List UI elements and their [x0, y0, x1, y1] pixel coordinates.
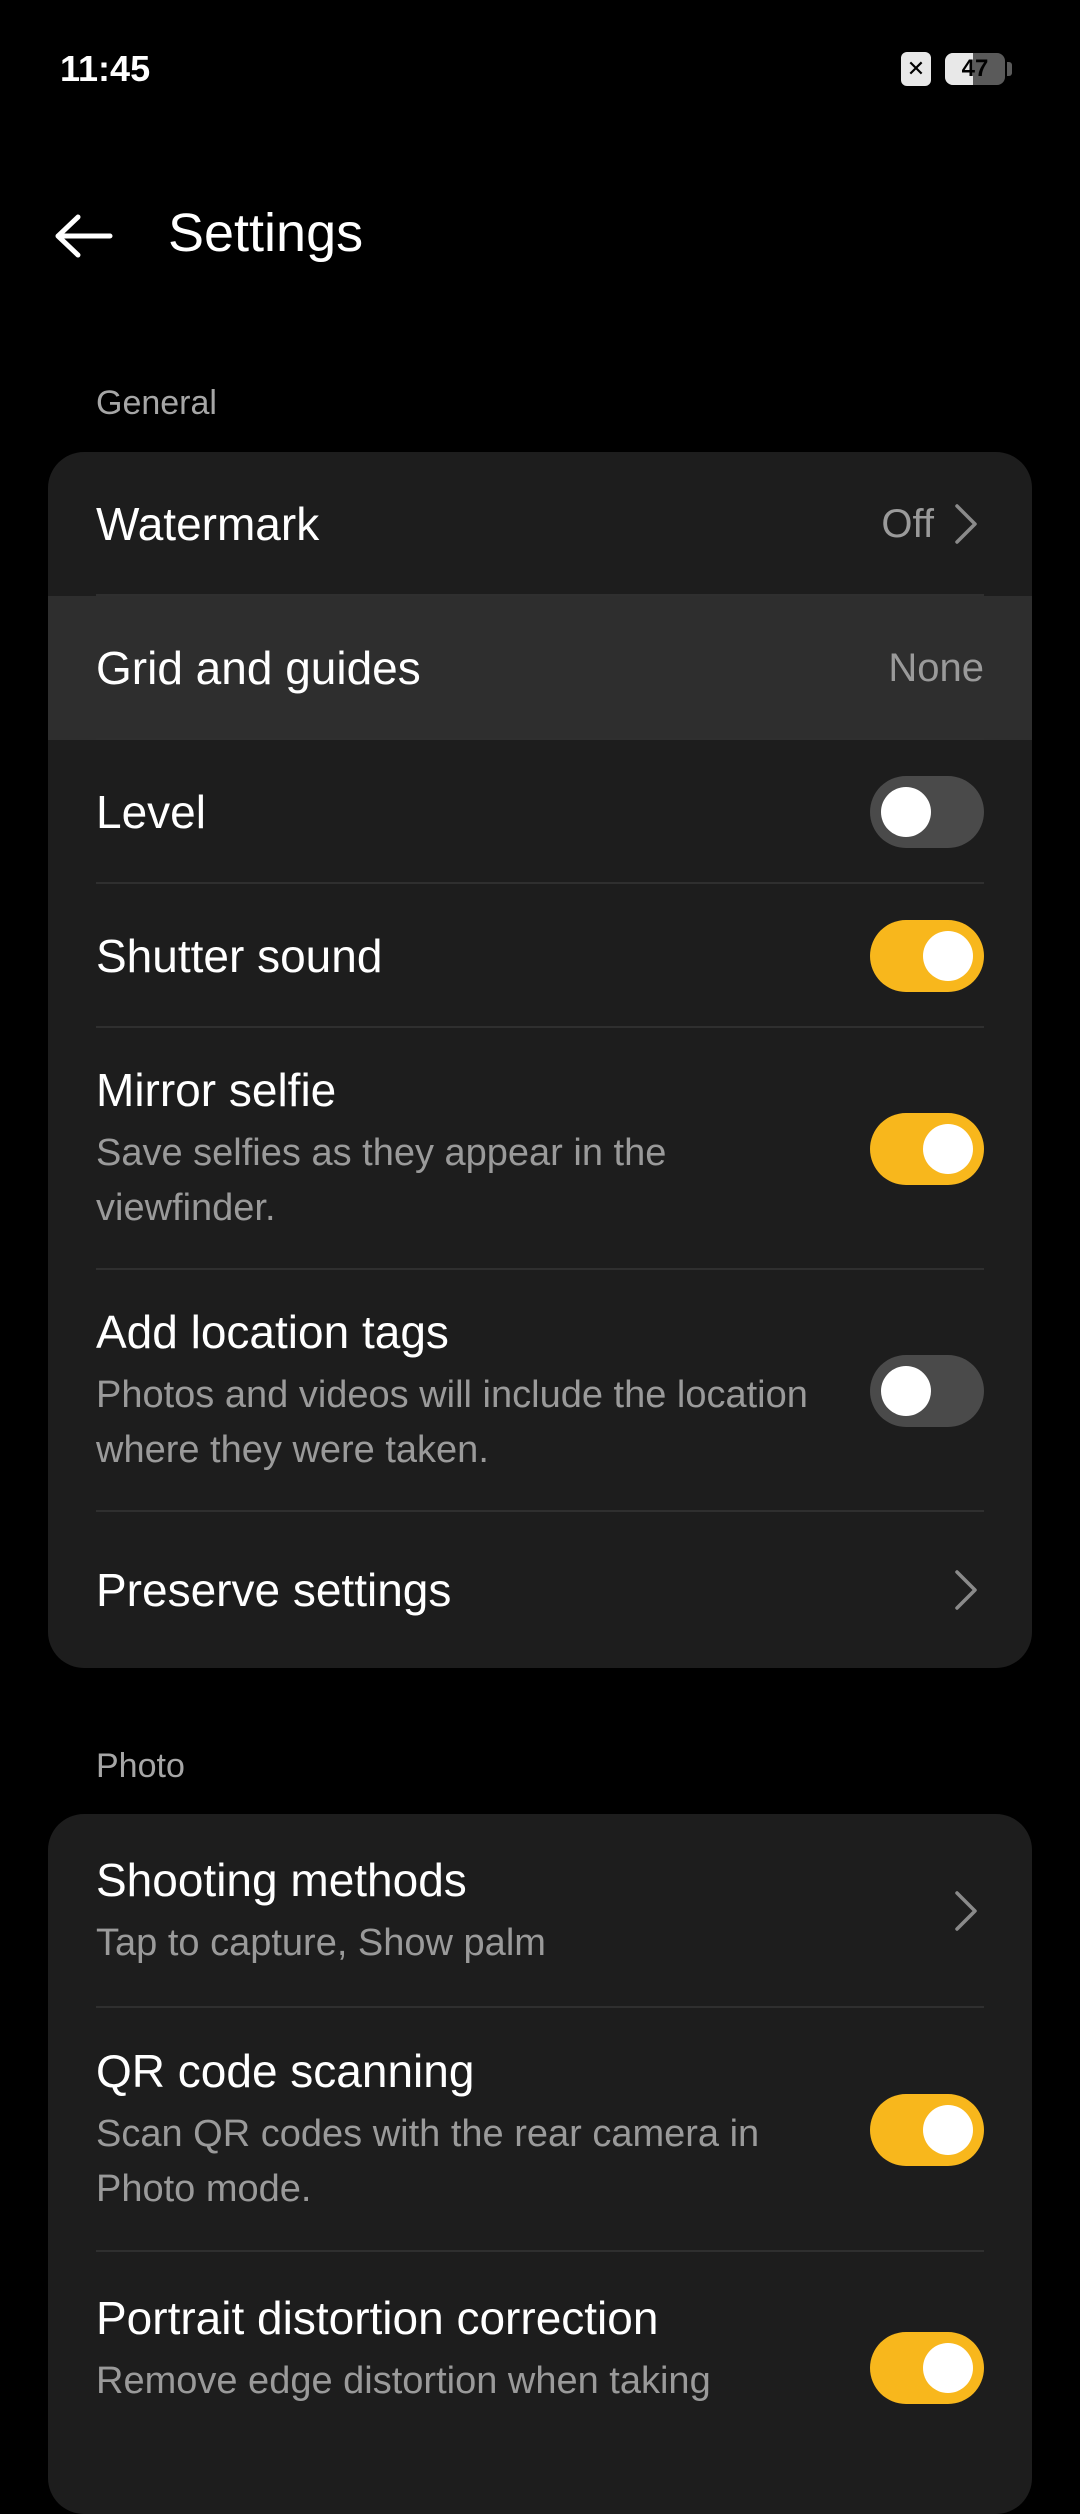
portrait-title: Portrait distortion correction [96, 2292, 659, 2344]
battery-icon: 47 [945, 53, 1005, 85]
watermark-row[interactable]: Watermark Off [48, 452, 1032, 596]
battery-level: 47 [961, 55, 989, 82]
shutter-title: Shutter sound [96, 930, 383, 982]
portrait-distortion-row[interactable]: Portrait distortion correction Remove ed… [48, 2252, 1032, 2496]
location-text: Add location tags Photos and videos will… [96, 1304, 870, 1478]
mirror-selfie-row[interactable]: Mirror selfie Save selfies as they appea… [48, 1028, 1032, 1270]
arrow-left-icon [55, 214, 113, 258]
qr-code-scanning-toggle[interactable] [870, 2094, 984, 2166]
battery-nub [1007, 62, 1012, 76]
toggle-knob [881, 1366, 931, 1416]
photo-card: Shooting methods Tap to capture, Show pa… [48, 1814, 1032, 2514]
preserve-text: Preserve settings [96, 1562, 948, 1618]
portrait-distortion-toggle[interactable] [870, 2332, 984, 2404]
shutter-sound-toggle[interactable] [870, 920, 984, 992]
chevron-right-icon [948, 1886, 984, 1936]
mirror-selfie-toggle[interactable] [870, 1113, 984, 1185]
portrait-subtitle: Remove edge distortion when taking [96, 2360, 711, 2402]
level-title: Level [96, 786, 206, 838]
mirror-text: Mirror selfie Save selfies as they appea… [96, 1062, 870, 1236]
sim-off-icon: ✕ [901, 52, 931, 86]
mirror-title: Mirror selfie [96, 1064, 337, 1116]
location-tags-row[interactable]: Add location tags Photos and videos will… [48, 1270, 1032, 1512]
toggle-knob [923, 1124, 973, 1174]
status-icons: ✕ 47 [901, 52, 1012, 86]
chevron-right-icon [948, 499, 984, 549]
mirror-subtitle: Save selfies as they appear in the viewf… [96, 1132, 667, 1229]
qr-subtitle: Scan QR codes with the rear camera in Ph… [96, 2113, 760, 2210]
shooting-subtitle: Tap to capture, Show palm [96, 1921, 546, 1964]
level-toggle[interactable] [870, 776, 984, 848]
shutter-text: Shutter sound [96, 928, 870, 984]
watermark-title: Watermark [96, 498, 320, 550]
section-header-general: General [96, 384, 217, 422]
level-row[interactable]: Level [48, 740, 1032, 884]
qr-text: QR code scanning Scan QR codes with the … [96, 2043, 870, 2217]
general-card: Watermark Off Grid and guides None Level… [48, 452, 1032, 1668]
location-subtitle: Photos and videos will include the locat… [96, 1374, 808, 1471]
page-title: Settings [168, 203, 364, 263]
back-button[interactable] [48, 200, 120, 272]
watermark-value: Off [881, 501, 934, 546]
grid-title: Grid and guides [96, 642, 421, 694]
chevron-right-icon [948, 1565, 984, 1615]
shooting-methods-row[interactable]: Shooting methods Tap to capture, Show pa… [48, 1814, 1032, 2008]
qr-code-scanning-row[interactable]: QR code scanning Scan QR codes with the … [48, 2008, 1032, 2252]
shooting-text: Shooting methods Tap to capture, Show pa… [96, 1852, 948, 1971]
shutter-sound-row[interactable]: Shutter sound [48, 884, 1032, 1028]
toggle-knob [923, 2343, 973, 2393]
location-tags-toggle[interactable] [870, 1355, 984, 1427]
grid-text: Grid and guides [96, 640, 888, 696]
location-title: Add location tags [96, 1306, 449, 1358]
portrait-text: Portrait distortion correction Remove ed… [96, 2290, 870, 2409]
level-text: Level [96, 784, 870, 840]
grid-value: None [888, 645, 984, 690]
preserve-settings-row[interactable]: Preserve settings [48, 1512, 1032, 1668]
grid-and-guides-row[interactable]: Grid and guides None [48, 596, 1032, 740]
preserve-title: Preserve settings [96, 1564, 452, 1616]
toggle-knob [923, 2105, 973, 2155]
toggle-knob [923, 931, 973, 981]
qr-title: QR code scanning [96, 2045, 475, 2097]
app-bar: Settings [0, 180, 1080, 290]
watermark-text: Watermark [96, 496, 881, 552]
shooting-title: Shooting methods [96, 1853, 467, 1906]
toggle-knob [881, 787, 931, 837]
status-bar: 11:45 ✕ 47 [0, 0, 1080, 140]
section-header-photo: Photo [96, 1747, 185, 1785]
status-time: 11:45 [60, 48, 151, 89]
